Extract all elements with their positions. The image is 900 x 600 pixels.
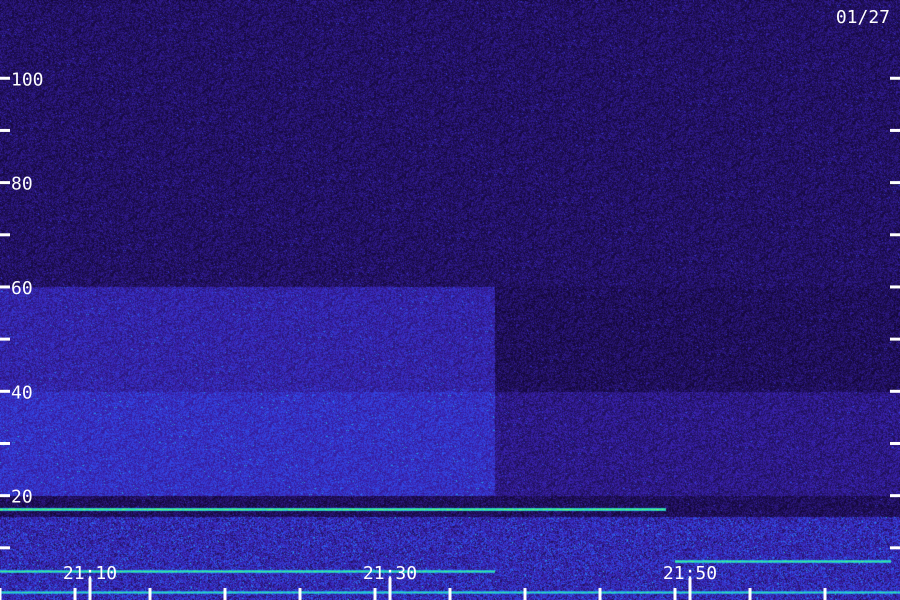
x-tick-labels: 21:10 21:30 21:50 [63, 563, 717, 600]
y-tick-label: 20 [11, 487, 33, 508]
axes-overlay: 100 80 60 40 20 21:10 21:30 21:50 01/27 [0, 7, 900, 600]
y-tick-label: 100 [11, 69, 44, 90]
x-tick-label: 21:10 [63, 563, 117, 584]
y-tick-labels: 100 80 60 40 20 [11, 69, 44, 507]
y-ticks-right [890, 76, 900, 550]
spectrogram-panel: 100 80 60 40 20 21:10 21:30 21:50 01/27 [0, 0, 900, 600]
y-tick-label: 40 [11, 382, 33, 403]
date-label: 01/27 [836, 7, 890, 28]
x-ticks [0, 588, 827, 600]
y-tick-label: 60 [11, 278, 33, 299]
x-tick-label: 21:50 [663, 563, 717, 584]
y-tick-label: 80 [11, 174, 33, 195]
y-ticks-left [0, 76, 10, 550]
x-tick-label: 21:30 [363, 563, 417, 584]
